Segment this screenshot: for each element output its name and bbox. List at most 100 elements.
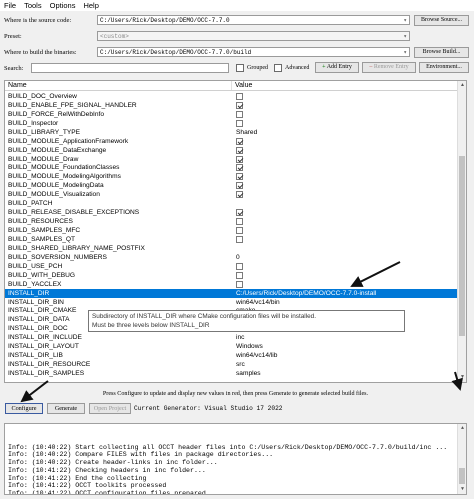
table-row[interactable]: BUILD_WITH_DEBUG <box>5 271 459 280</box>
cell-value[interactable]: samples <box>233 370 459 377</box>
preset-select[interactable]: <custom> ▾ <box>97 31 410 41</box>
cell-value[interactable] <box>233 262 459 270</box>
table-row[interactable]: BUILD_MODULE_DataExchange <box>5 146 459 155</box>
table-scrollbar[interactable]: ▲ ▼ <box>457 81 466 382</box>
value-checkbox[interactable] <box>236 262 243 270</box>
grouped-checkbox[interactable] <box>236 64 244 72</box>
table-row[interactable]: BUILD_MODULE_Draw <box>5 155 459 164</box>
table-row[interactable]: BUILD_PATCH <box>5 199 459 208</box>
cell-value[interactable]: Shared <box>233 129 459 136</box>
table-row[interactable]: BUILD_RESOURCES <box>5 217 459 226</box>
table-row[interactable]: BUILD_SAMPLES_QT <box>5 235 459 244</box>
table-row[interactable]: BUILD_YACCLEX <box>5 280 459 289</box>
cell-value[interactable]: src <box>233 361 459 368</box>
cell-value[interactable] <box>233 235 459 243</box>
column-header-name[interactable]: Name <box>5 81 232 90</box>
value-checkbox[interactable] <box>236 146 243 154</box>
cell-value[interactable] <box>233 271 459 279</box>
scroll-down-icon[interactable]: ▼ <box>458 373 466 382</box>
table-row[interactable]: INSTALL_DIR C:/Users/Rick/Desktop/DEMO/OC… <box>5 288 459 298</box>
table-row[interactable]: BUILD_SAMPLES_MFC <box>5 226 459 235</box>
binaries-path-input[interactable]: C:/Users/Rick/Desktop/DEMO/OCC-7.7.0/bui… <box>97 47 410 57</box>
chevron-down-icon[interactable]: ▾ <box>403 16 407 24</box>
menu-help[interactable]: Help <box>79 1 102 10</box>
table-row[interactable]: BUILD_Inspector <box>5 119 459 128</box>
table-row[interactable]: BUILD_MODULE_ApplicationFramework <box>5 137 459 146</box>
output-log[interactable]: Info: (10:40:22) Start collecting all OC… <box>4 423 467 495</box>
cell-value[interactable] <box>233 182 459 190</box>
open-project-button[interactable]: Open Project <box>89 403 131 414</box>
chevron-down-icon[interactable]: ▾ <box>403 48 407 56</box>
menu-options[interactable]: Options <box>46 1 80 10</box>
search-input[interactable] <box>31 63 229 73</box>
value-checkbox[interactable] <box>236 155 243 163</box>
remove-entry-button[interactable]: – Remove Entry <box>362 62 416 73</box>
cell-value[interactable] <box>233 164 459 172</box>
cell-value[interactable] <box>233 280 459 288</box>
cell-value[interactable] <box>233 119 459 127</box>
value-checkbox[interactable] <box>236 101 243 109</box>
scroll-up-icon[interactable]: ▲ <box>458 424 466 433</box>
value-checkbox[interactable] <box>236 280 243 288</box>
value-checkbox[interactable] <box>236 191 243 199</box>
cell-value[interactable] <box>233 101 459 109</box>
table-row[interactable]: INSTALL_DIR_BIN win64/vc14/bin <box>5 298 459 307</box>
scroll-up-icon[interactable]: ▲ <box>458 81 466 90</box>
cell-value[interactable] <box>233 110 459 118</box>
value-checkbox[interactable] <box>236 164 243 172</box>
table-row[interactable]: INSTALL_DIR_SAMPLES samples <box>5 369 459 378</box>
column-header-value[interactable]: Value <box>232 81 252 90</box>
cell-value[interactable] <box>233 218 459 226</box>
table-row[interactable]: BUILD_ENABLE_FPE_SIGNAL_HANDLER <box>5 101 459 110</box>
cell-value[interactable] <box>233 146 459 154</box>
cell-value[interactable]: win64/vc14/lib <box>233 352 459 359</box>
table-row[interactable]: BUILD_FORCE_RelWithDebInfo <box>5 110 459 119</box>
cell-value[interactable] <box>233 173 459 181</box>
table-row[interactable]: BUILD_MODULE_ModelingAlgorithms <box>5 172 459 181</box>
cell-value[interactable] <box>233 155 459 163</box>
cell-value[interactable]: win64/vc14/bin <box>233 299 459 306</box>
cell-value[interactable] <box>233 137 459 145</box>
value-checkbox[interactable] <box>236 137 243 145</box>
cell-value[interactable] <box>233 92 459 100</box>
table-row[interactable]: BUILD_LIBRARY_TYPE Shared <box>5 128 459 137</box>
table-row[interactable]: BUILD_MODULE_FoundationClasses <box>5 164 459 173</box>
add-entry-button[interactable]: + Add Entry <box>315 62 359 73</box>
table-row[interactable]: BUILD_DOC_Overview <box>5 92 459 101</box>
value-checkbox[interactable] <box>236 227 243 235</box>
table-row[interactable]: BUILD_USE_PCH <box>5 262 459 271</box>
source-path-input[interactable]: C:/Users/Rick/Desktop/DEMO/OCC-7.7.0 ▾ <box>97 15 410 25</box>
chevron-down-icon[interactable]: ▾ <box>403 32 407 40</box>
cell-value[interactable] <box>233 191 459 199</box>
table-row[interactable]: BUILD_SOVERSION_NUMBERS 0 <box>5 253 459 262</box>
cell-value[interactable]: inc <box>233 334 459 341</box>
value-checkbox[interactable] <box>236 92 243 100</box>
log-scrollbar[interactable]: ▲ ▼ <box>457 424 466 494</box>
cell-value[interactable]: 0 <box>233 254 459 261</box>
scroll-down-icon[interactable]: ▼ <box>458 485 466 494</box>
value-checkbox[interactable] <box>236 235 243 243</box>
value-checkbox[interactable] <box>236 209 243 217</box>
environment-button[interactable]: Environment... <box>419 62 469 73</box>
table-row[interactable]: INSTALL_DIR_LAYOUT Windows <box>5 342 459 351</box>
table-row[interactable]: BUILD_SHARED_LIBRARY_NAME_POSTFIX <box>5 244 459 253</box>
cell-value[interactable]: C:/Users/Rick/Desktop/DEMO/OCC-7.7.0-ins… <box>233 290 459 297</box>
menu-tools[interactable]: Tools <box>20 1 46 10</box>
value-checkbox[interactable] <box>236 119 243 127</box>
advanced-checkbox[interactable] <box>274 64 282 72</box>
value-checkbox[interactable] <box>236 110 243 118</box>
value-checkbox[interactable] <box>236 271 243 279</box>
cell-value[interactable]: Windows <box>233 343 459 350</box>
table-row[interactable]: BUILD_RELEASE_DISABLE_EXCEPTIONS <box>5 208 459 217</box>
table-row[interactable]: INSTALL_DIR_RESOURCE src <box>5 360 459 369</box>
value-checkbox[interactable] <box>236 218 243 226</box>
menu-file[interactable]: File <box>0 1 20 10</box>
cell-value[interactable] <box>233 227 459 235</box>
browse-source-button[interactable]: Browse Source... <box>414 15 469 26</box>
configure-button[interactable]: Configure <box>5 403 43 414</box>
cell-value[interactable] <box>233 209 459 217</box>
scroll-thumb[interactable] <box>459 156 465 336</box>
browse-build-button[interactable]: Browse Build... <box>414 47 469 58</box>
scroll-thumb[interactable] <box>459 468 465 484</box>
table-row[interactable]: INSTALL_DIR_LIB win64/vc14/lib <box>5 351 459 360</box>
